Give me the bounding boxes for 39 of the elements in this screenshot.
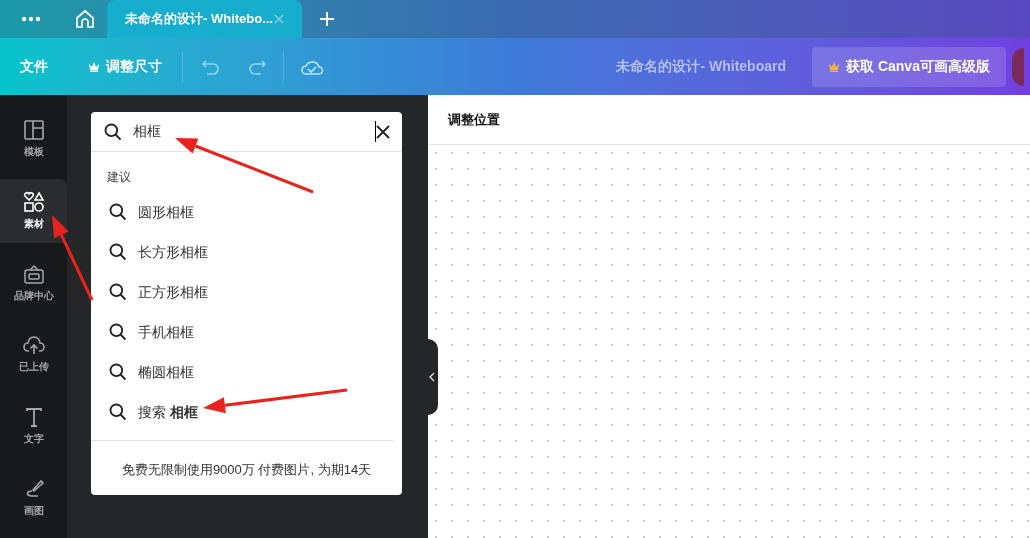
search-icon xyxy=(103,121,123,142)
close-icon[interactable] xyxy=(376,124,390,139)
shapes-icon xyxy=(22,190,45,213)
sidebar-item[interactable]: 文字 xyxy=(0,394,67,459)
layout-icon xyxy=(22,118,45,141)
search-icon xyxy=(108,362,128,382)
document-title: 未命名的设计- Whiteboard xyxy=(616,57,786,76)
search-icon xyxy=(108,282,128,302)
search-icon xyxy=(108,242,128,262)
crown-icon xyxy=(88,61,100,72)
suggestion-item[interactable]: 手机相框 xyxy=(91,312,402,352)
upgrade-button[interactable]: 获取 Canva可画高级版 xyxy=(812,46,1006,87)
canvas-header: 调整位置 xyxy=(448,110,500,129)
search-icon xyxy=(108,322,128,342)
suggestion-item[interactable]: 正方形相框 xyxy=(91,272,402,312)
collapse-handle[interactable] xyxy=(426,339,438,415)
search-icon xyxy=(108,402,128,422)
crown-icon xyxy=(828,61,841,72)
sidebar-item[interactable]: 素材 xyxy=(0,178,67,243)
tab-title: 未命名的设计- Whitebo... xyxy=(125,10,274,29)
suggestions-heading: 建议 xyxy=(107,169,131,186)
sidebar-item[interactable]: 模板 xyxy=(0,107,67,171)
footer-note: 免费无限制使用9000万 付费图片, 为期14天 xyxy=(120,461,373,479)
suggestion-item[interactable]: 搜索 相框 xyxy=(91,392,402,432)
suggestion-item[interactable]: 圆形相框 xyxy=(91,192,402,232)
home-icon[interactable] xyxy=(74,9,95,29)
sidebar-item[interactable]: 画图 xyxy=(0,466,67,530)
suggestion-item[interactable]: 椭圆相框 xyxy=(91,352,402,392)
undo-icon[interactable] xyxy=(201,58,221,75)
more-icon[interactable] xyxy=(21,16,41,22)
sidebar-item[interactable]: 已上传 xyxy=(0,322,67,387)
search-icon xyxy=(108,202,128,222)
sidebar-item[interactable]: 品牌中心 xyxy=(0,250,67,315)
add-tab-icon[interactable] xyxy=(319,11,335,27)
cloud-upload-icon xyxy=(21,334,46,357)
text-icon xyxy=(23,406,44,429)
briefcase-icon xyxy=(22,262,45,285)
redo-icon[interactable] xyxy=(247,58,267,75)
suggestion-item[interactable]: 长方形相框 xyxy=(91,232,402,272)
